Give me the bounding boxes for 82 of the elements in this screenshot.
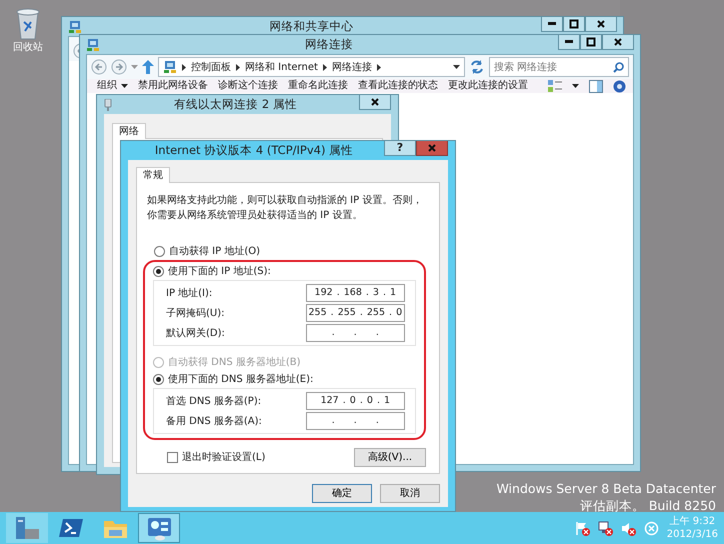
network-cable-icon bbox=[104, 98, 112, 110]
close-button[interactable] bbox=[602, 35, 634, 50]
help-button[interactable]: ? bbox=[384, 141, 416, 156]
toolbar-command[interactable]: 诊断这个连接 bbox=[218, 80, 278, 92]
maximize-button[interactable] bbox=[563, 17, 585, 32]
ip-address-field[interactable]: . . . bbox=[306, 324, 405, 342]
edition-text: Windows Server 8 Beta Datacenter bbox=[496, 480, 716, 497]
caret-icon[interactable] bbox=[121, 84, 128, 88]
ok-button[interactable]: 确定 bbox=[312, 484, 372, 503]
maximize-icon bbox=[568, 18, 580, 30]
chevron-icon bbox=[322, 64, 327, 70]
caret-icon[interactable] bbox=[572, 84, 579, 88]
toolbar-command[interactable]: 重命名此连接 bbox=[288, 80, 348, 92]
window-title: 网络和共享中心 bbox=[268, 18, 354, 35]
ip-address-field[interactable]: . . . bbox=[306, 412, 405, 430]
network-icon[interactable] bbox=[598, 520, 613, 536]
radio-button[interactable]: 使用下面的 IP 地址(S): bbox=[153, 263, 418, 280]
chevron-icon bbox=[182, 64, 186, 70]
advanced-button[interactable]: 高级(V)... bbox=[354, 448, 426, 467]
forward-button[interactable] bbox=[111, 59, 127, 75]
maximize-button[interactable] bbox=[580, 35, 602, 50]
network-icon bbox=[163, 60, 177, 74]
up-arrow-icon[interactable] bbox=[142, 60, 154, 74]
breadcrumb[interactable]: 网络连接 bbox=[332, 60, 372, 74]
tab[interactable]: 常规 bbox=[136, 167, 170, 183]
toolbar-command[interactable]: 查看此连接的状态 bbox=[358, 80, 438, 92]
minimize-icon bbox=[546, 22, 558, 26]
field-label: 首选 DNS 服务器(P): bbox=[166, 394, 262, 408]
ip-address-field[interactable]: 192 . 168 . 3 . 1 bbox=[306, 284, 405, 302]
close-icon bbox=[426, 142, 438, 154]
field-label: 默认网关(D): bbox=[166, 326, 226, 340]
field-label: 备用 DNS 服务器(A): bbox=[166, 414, 263, 428]
toolbar-command[interactable]: 更改此连接的设置 bbox=[448, 80, 528, 92]
network-icon bbox=[68, 20, 82, 34]
checkbox[interactable]: 退出时验证设置(L) bbox=[167, 450, 266, 465]
close-button[interactable] bbox=[359, 95, 391, 110]
ip-address-field[interactable]: 127 . 0 . 0 . 1 bbox=[306, 392, 405, 410]
search-icon[interactable] bbox=[613, 62, 624, 72]
close-icon bbox=[612, 36, 624, 48]
toolbar-menu[interactable]: 组织 bbox=[97, 80, 117, 92]
close-button[interactable] bbox=[585, 17, 617, 32]
chevron-icon[interactable] bbox=[376, 64, 381, 70]
volume-icon[interactable] bbox=[620, 520, 636, 536]
dialog-title: Internet 协议版本 4 (TCP/IPv4) 属性 bbox=[154, 142, 354, 159]
help-icon[interactable] bbox=[613, 80, 626, 92]
field-label: 子网掩码(U): bbox=[166, 306, 226, 320]
recycle-bin-icon[interactable] bbox=[14, 6, 42, 40]
build-text: 评估副本。 Build 8250 bbox=[578, 497, 716, 514]
minimize-button[interactable] bbox=[558, 35, 580, 50]
minimize-button[interactable] bbox=[541, 17, 563, 32]
radio-button[interactable]: 自动获得 IP 地址(O) bbox=[154, 243, 439, 260]
back-button[interactable] bbox=[91, 59, 107, 75]
close-icon bbox=[595, 18, 607, 30]
dialog-title: 有线以太网连接 2 属性 bbox=[173, 96, 298, 113]
desktop-icon-label: 回收站 bbox=[13, 40, 43, 55]
refresh-icon[interactable] bbox=[469, 59, 485, 75]
tab[interactable]: 网络 bbox=[112, 123, 146, 139]
network-icon bbox=[86, 38, 100, 52]
server-manager-icon bbox=[14, 515, 40, 541]
caret-icon[interactable] bbox=[453, 65, 460, 69]
breadcrumb[interactable]: 控制面板 bbox=[191, 60, 231, 74]
toolbar-command[interactable]: 禁用此网络设备 bbox=[138, 80, 208, 92]
field-label: IP 地址(I): bbox=[166, 286, 214, 300]
close-icon bbox=[369, 96, 381, 108]
cancel-button[interactable]: 取消 bbox=[380, 484, 440, 503]
taskbar-button[interactable] bbox=[6, 513, 48, 543]
preview-pane-icon[interactable] bbox=[589, 80, 603, 92]
window-title: 网络连接 bbox=[304, 36, 354, 53]
control-panel-icon bbox=[146, 515, 172, 541]
minimize-icon bbox=[563, 40, 575, 44]
flag-icon[interactable] bbox=[574, 520, 590, 536]
taskbar-button[interactable] bbox=[138, 513, 180, 543]
view-options-icon[interactable] bbox=[548, 80, 562, 92]
breadcrumb[interactable]: 网络和 Internet bbox=[245, 60, 318, 74]
ip-address-field[interactable]: 255 . 255 . 255 . 0 bbox=[306, 304, 405, 322]
address-bar[interactable]: 控制面板 网络和 Internet 网络连接 bbox=[158, 57, 465, 77]
chevron-icon bbox=[236, 64, 240, 70]
description-text: 如果网络支持此功能，则可以获取自动指派的 IP 设置。否则，你需要从网络系统管理员处获得适当的 IP 设置。 bbox=[146, 194, 424, 223]
maximize-icon bbox=[585, 36, 597, 48]
radio-button[interactable]: 使用下面的 DNS 服务器地址(E): bbox=[153, 371, 418, 388]
radio-button: 自动获得 DNS 服务器地址(B) bbox=[153, 354, 418, 371]
search-field[interactable]: 搜索 网络连接 bbox=[489, 57, 629, 77]
